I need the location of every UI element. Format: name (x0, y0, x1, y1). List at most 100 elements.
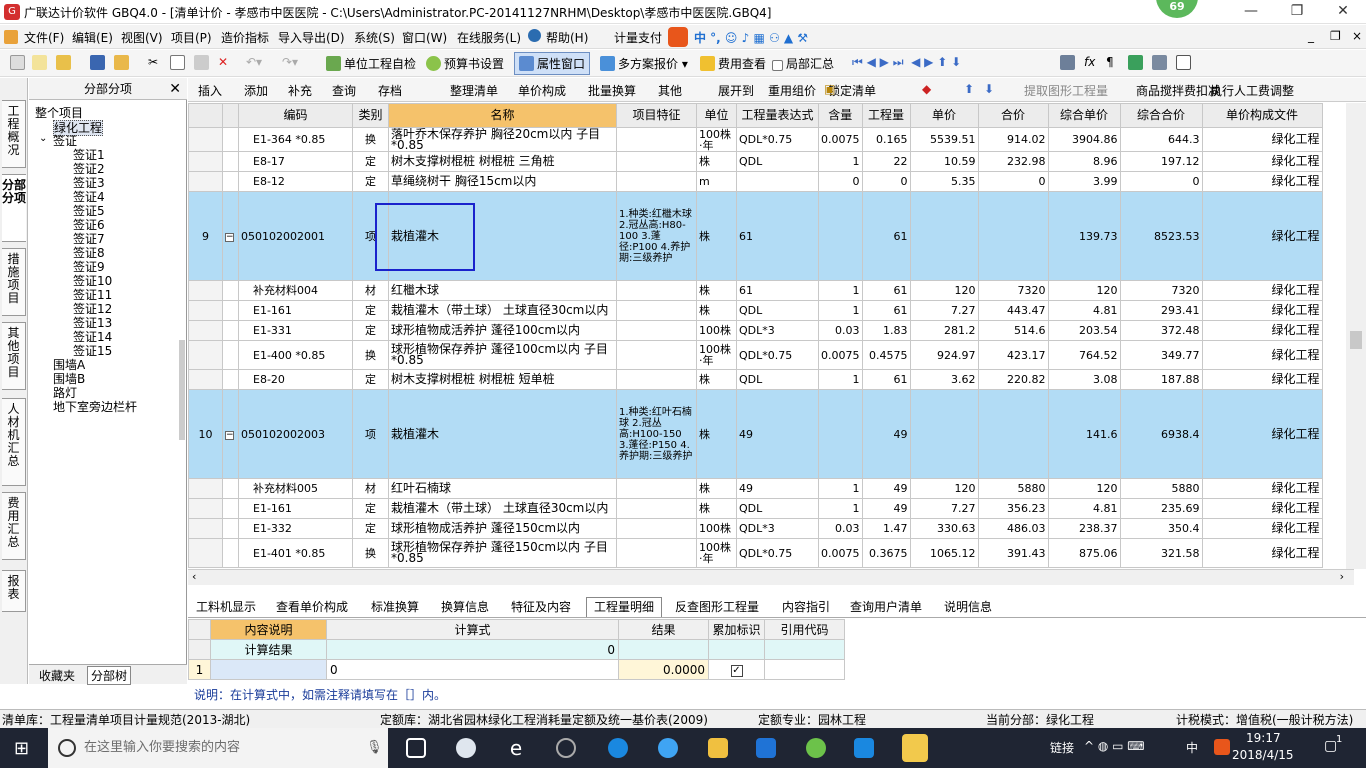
cell-ratio[interactable]: 1 (818, 300, 863, 321)
app-spiral-icon[interactable] (556, 738, 576, 758)
cell-file[interactable]: 绿化工程 (1201, 151, 1323, 172)
cell-code[interactable]: E8-20 (238, 369, 353, 390)
tray-ime-label[interactable]: 中 (1186, 739, 1198, 756)
cell-feat[interactable] (616, 478, 697, 499)
cell-unit[interactable]: 100株 (696, 518, 737, 539)
cell-unit[interactable]: 100株·年 (696, 538, 737, 568)
cell-feat[interactable] (616, 538, 697, 568)
col-name[interactable]: 名称 (388, 103, 617, 128)
ie-browser-icon[interactable]: e (506, 738, 526, 758)
cell-name[interactable]: 栽植灌木 (388, 389, 617, 479)
taskbar-search-input[interactable]: 在这里输入你要搜索的内容 🎙 (48, 728, 388, 768)
maximize-button[interactable]: ❐ (1274, 0, 1320, 24)
cell-uprice[interactable]: 3904.86 (1047, 127, 1121, 152)
tree-item[interactable]: 签证5 (73, 204, 105, 218)
cell-unit[interactable]: 100株·年 (696, 127, 737, 152)
cell-type[interactable]: 定 (352, 171, 389, 192)
cell-utotal[interactable]: 372.48 (1119, 320, 1203, 341)
cell-file[interactable]: 绿化工程 (1201, 538, 1323, 568)
cell-file[interactable]: 绿化工程 (1201, 280, 1323, 301)
cell-utotal[interactable]: 321.58 (1119, 538, 1203, 568)
tree-item[interactable]: 签证13 (73, 316, 112, 330)
cell-total[interactable] (977, 389, 1049, 479)
cut-icon[interactable]: ✂ (148, 55, 158, 69)
cell-name[interactable]: 球形植物成活养护 蓬径150cm以内 (388, 518, 617, 539)
cell-qty[interactable]: 1.83 (861, 320, 911, 341)
scroll-left-icon[interactable]: ‹ (192, 570, 196, 583)
row-number[interactable] (188, 498, 223, 519)
grid-horizontal-scrollbar[interactable]: ‹ › (188, 569, 1354, 585)
row-number[interactable] (188, 151, 223, 172)
toolbar2-item[interactable]: 插入 (198, 82, 222, 99)
calc-row-expr[interactable]: 0 (326, 659, 619, 680)
cell-price[interactable]: 281.2 (909, 320, 979, 341)
cell-name[interactable]: 红叶石楠球 (388, 478, 617, 499)
col-type[interactable]: 类别 (352, 103, 389, 128)
table-row[interactable]: E1-332 定 球形植物成活养护 蓬径150cm以内 100株 QDL*3 0.03 1.… (188, 518, 1323, 539)
cell-code[interactable]: E1-332 (238, 518, 353, 539)
cell-file[interactable]: 绿化工程 (1201, 340, 1323, 370)
col-ratio[interactable]: 含量 (818, 103, 863, 128)
table-row[interactable]: E1-331 定 球形植物成活养护 蓬径100cm以内 100株 QDL*3 0.03 1.… (188, 320, 1323, 341)
open-icon[interactable] (56, 55, 74, 70)
row-toggle[interactable] (222, 280, 239, 301)
cell-utotal[interactable]: 7320 (1119, 280, 1203, 301)
cell-uprice[interactable]: 3.99 (1047, 171, 1121, 192)
cell-price[interactable]: 330.63 (909, 518, 979, 539)
cell-ratio[interactable] (818, 389, 863, 479)
partial-summary-checkbox[interactable]: 局部汇总 (772, 55, 834, 72)
cell-ratio[interactable]: 1 (818, 369, 863, 390)
table-row[interactable]: 9−050102002001 项栽植灌木 1.种类:红檵木球 2.冠丛高:H80-1… (188, 191, 1323, 281)
cell-price[interactable]: 3.62 (909, 369, 979, 390)
tab-measures[interactable]: 措施项目 (2, 248, 26, 316)
cell-feat[interactable] (616, 300, 697, 321)
cell-utotal[interactable]: 187.88 (1119, 369, 1203, 390)
detail-tab[interactable]: 反查图形工程量 (667, 597, 767, 617)
cell-feat[interactable] (616, 320, 697, 341)
cell-code[interactable]: E1-161 (238, 498, 353, 519)
cell-code[interactable]: 补充材料005 (238, 478, 353, 499)
cell-ratio[interactable]: 1 (818, 280, 863, 301)
cell-utotal[interactable]: 350.4 (1119, 518, 1203, 539)
cell-unit[interactable]: 株 (696, 498, 737, 519)
tab-sub-items[interactable]: 分部分项 (2, 174, 26, 242)
tab-project-overview[interactable]: 工程概况 (2, 100, 26, 168)
toolbar2-item[interactable]: 提取图形工程量 (1024, 82, 1108, 99)
cell-utotal[interactable]: 8523.53 (1119, 191, 1203, 281)
tree-expand-icon[interactable]: ⌄ (39, 133, 47, 144)
detail-tab[interactable]: 换算信息 (433, 597, 497, 617)
ime-lang-icon[interactable]: 中 °, ☺ ♪ ▦ ⚇ ▲ ⚒ (694, 29, 808, 46)
mdi-close-button[interactable]: × (1352, 29, 1362, 43)
cell-unit[interactable]: m (696, 171, 737, 192)
cell-qty[interactable]: 49 (861, 389, 911, 479)
cell-qty[interactable]: 0.165 (861, 127, 911, 152)
cell-code[interactable]: 050102002001 (238, 191, 353, 281)
row-toggle[interactable] (222, 320, 239, 341)
cell-code[interactable]: E1-400 *0.85 (238, 340, 353, 370)
col-code[interactable]: 编码 (238, 103, 353, 128)
tree-close-icon[interactable]: ✕ (169, 78, 181, 100)
cell-type[interactable]: 定 (352, 320, 389, 341)
col-unit-total[interactable]: 综合合价 (1119, 103, 1203, 128)
cell-uprice[interactable]: 238.37 (1047, 518, 1121, 539)
cell-ratio[interactable] (818, 191, 863, 281)
cost-view-button[interactable]: 费用查看 (700, 55, 766, 72)
cell-code[interactable]: E8-17 (238, 151, 353, 172)
row-toggle[interactable] (222, 518, 239, 539)
cell-price[interactable]: 5539.51 (909, 127, 979, 152)
green-app-icon[interactable] (806, 738, 826, 758)
tree-root[interactable]: 整个项目 (35, 106, 83, 120)
detail-tab[interactable]: 查询用户清单 (842, 597, 930, 617)
cell-type[interactable]: 定 (352, 498, 389, 519)
cell-unit[interactable]: 株 (696, 280, 737, 301)
minimize-button[interactable]: — (1228, 0, 1274, 24)
cell-uprice[interactable]: 120 (1047, 280, 1121, 301)
cell-feat[interactable] (616, 127, 697, 152)
cell-utotal[interactable]: 235.69 (1119, 498, 1203, 519)
cell-total[interactable]: 356.23 (977, 498, 1049, 519)
cell-expr[interactable]: QDL*0.75 (736, 127, 819, 152)
cell-utotal[interactable]: 644.3 (1119, 127, 1203, 152)
detail-tab[interactable]: 工程量明细 (586, 597, 663, 617)
table-row[interactable]: E8-20 定 树木支撑树棍桩 树棍桩 短单桩 株 QDL 1 61 3.62 220.82 3.… (188, 369, 1323, 390)
cell-ratio[interactable]: 0.0075 (818, 538, 863, 568)
